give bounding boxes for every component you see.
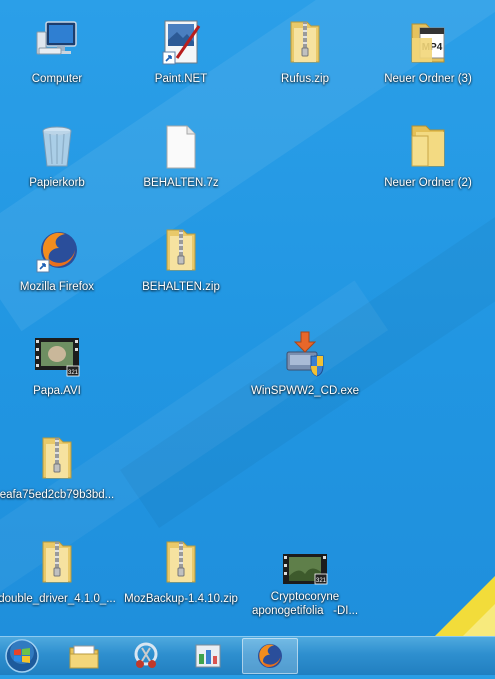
desktop-icon-label: Cryptocoryne aponogetifolia -DI... — [252, 590, 358, 618]
mp4-folder-icon: MP4 — [404, 18, 452, 66]
paintnet-icon — [157, 18, 205, 66]
desktop-icon-label: Neuer Ordner (2) — [384, 177, 472, 189]
desktop-icon-neuer-ordner-3[interactable]: MP4 Neuer Ordner (3) — [376, 18, 480, 86]
desktop-icon-cryptocoryne-video[interactable]: 321 Cryptocoryne aponogetifolia -DI... — [252, 552, 358, 618]
desktop-icon-winspww2-exe[interactable]: WinSPWW2_CD.exe — [251, 330, 359, 398]
desktop-icon-behalten-7z[interactable]: BEHALTEN.7z — [129, 122, 233, 190]
desktop-icon-label: Papierkorb — [29, 177, 85, 189]
desktop-icon-rufus-zip[interactable]: Rufus.zip — [253, 18, 357, 86]
zip-folder-icon — [281, 18, 329, 66]
folder-icon — [404, 122, 452, 170]
desktop-icon-computer[interactable]: Computer — [5, 18, 109, 86]
desktop-icon-firefox[interactable]: Mozilla Firefox — [5, 226, 109, 294]
zip-folder-icon — [33, 434, 81, 482]
zip-folder-icon — [33, 538, 81, 586]
svg-text:321: 321 — [316, 578, 327, 584]
desktop-icon-double-driver-zip[interactable]: double_driver_4.1.0_... — [0, 538, 116, 606]
start-button[interactable] — [2, 638, 42, 674]
taskbar-firefox[interactable] — [242, 638, 298, 674]
desktop-icon-papa-avi[interactable]: 321 Papa.AVI — [5, 330, 109, 398]
desktop-icon-label: WinSPWW2_CD.exe — [251, 385, 359, 397]
blank-file-icon — [157, 122, 205, 170]
installer-icon — [281, 330, 329, 378]
control-panel-icon — [195, 644, 221, 668]
taskbar-control-panel[interactable] — [180, 638, 236, 674]
desktop-icon-eafa-zip[interactable]: eafa75ed2cb79b3bd... — [0, 434, 114, 502]
file-explorer-icon — [69, 645, 99, 669]
desktop-icon-label: Computer — [31, 73, 83, 85]
video-file-icon: 321 — [281, 552, 329, 586]
desktop-icon-label: eafa75ed2cb79b3bd... — [0, 489, 115, 501]
desktop-icon-papierkorb[interactable]: Papierkorb — [5, 122, 109, 190]
desktop: Computer Paint.NET Rufus.zip Neuer Ordne… — [0, 0, 495, 636]
desktop-icon-paintnet[interactable]: Paint.NET — [129, 18, 233, 86]
desktop-icon-label: MozBackup-1.4.10.zip — [124, 593, 238, 605]
desktop-icon-label: BEHALTEN.7z — [143, 177, 219, 189]
firefox-icon — [33, 226, 81, 274]
recycle-bin-icon — [33, 122, 81, 170]
desktop-icon-label-line: Cryptocoryne — [270, 591, 340, 603]
zip-folder-icon — [157, 538, 205, 586]
desktop-icon-label: Paint.NET — [154, 73, 208, 85]
desktop-icon-label-line: aponogetifolia -DI... — [251, 605, 359, 617]
desktop-icon-label: Papa.AVI — [33, 385, 81, 397]
taskbar-snipping-tool[interactable] — [118, 638, 174, 674]
firefox-icon — [258, 644, 282, 668]
snipping-tool-icon — [134, 642, 158, 668]
desktop-icon-neuer-ordner-2[interactable]: Neuer Ordner (2) — [376, 122, 480, 190]
computer-icon — [33, 18, 81, 66]
svg-text:321: 321 — [68, 370, 79, 376]
desktop-icon-label: Neuer Ordner (3) — [384, 73, 472, 85]
desktop-icon-label: double_driver_4.1.0_... — [0, 593, 116, 605]
start-orb-icon — [5, 639, 39, 673]
desktop-icon-behalten-zip[interactable]: BEHALTEN.zip — [129, 226, 233, 294]
desktop-icon-label: Mozilla Firefox — [19, 281, 95, 293]
desktop-icon-label: Rufus.zip — [281, 73, 329, 85]
wallpaper-corner-highlight — [463, 604, 495, 636]
video-file-icon: 321 — [33, 330, 81, 378]
zip-folder-icon — [157, 226, 205, 274]
desktop-icon-mozbackup-zip[interactable]: MozBackup-1.4.10.zip — [124, 538, 238, 606]
desktop-icon-label: BEHALTEN.zip — [142, 281, 220, 293]
taskbar — [0, 636, 495, 675]
taskbar-file-explorer[interactable] — [56, 638, 112, 674]
